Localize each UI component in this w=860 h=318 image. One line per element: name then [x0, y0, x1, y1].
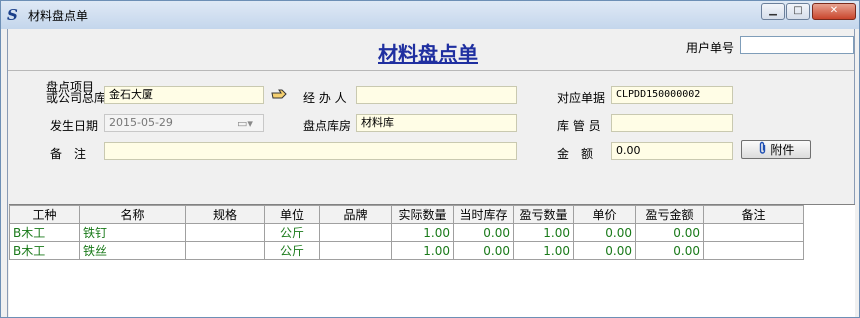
- ref-no-input[interactable]: CLPDD150000002: [611, 86, 733, 104]
- project-input[interactable]: 金石大厦: [104, 86, 264, 104]
- date-label: 发生日期: [50, 119, 99, 133]
- note-label: 备 注: [50, 147, 87, 161]
- user-no-input[interactable]: [740, 36, 854, 54]
- col-header[interactable]: 实际数量: [391, 205, 454, 224]
- cell-actual-qty[interactable]: 1.00: [391, 241, 454, 260]
- app-logo-icon: S: [7, 6, 18, 24]
- cell-diff-amount[interactable]: 0.00: [635, 223, 704, 242]
- cell-unit[interactable]: 公斤: [264, 223, 320, 242]
- warehouse-label: 盘点库房: [303, 119, 352, 133]
- materials-table: 工种 名称 规格 单位 品牌 实际数量 当时库存 盈亏数量 单价 盈亏金额 备注: [9, 205, 804, 260]
- amount-input[interactable]: 0.00: [611, 142, 733, 160]
- cell-spec[interactable]: [185, 241, 265, 260]
- col-header[interactable]: 品牌: [319, 205, 392, 224]
- keeper-label: 库 管 员: [557, 119, 601, 133]
- cell-stock-qty[interactable]: 0.00: [453, 241, 514, 260]
- cell-note[interactable]: [703, 223, 804, 242]
- pointing-hand-icon[interactable]: [271, 89, 291, 101]
- cell-diff-qty[interactable]: 1.00: [513, 241, 574, 260]
- col-header[interactable]: 工种: [9, 205, 80, 224]
- col-header[interactable]: 当时库存: [453, 205, 514, 224]
- project-label-line2: 或公司总库: [46, 91, 107, 105]
- cell-brand[interactable]: [319, 223, 392, 242]
- materials-grid: 工种 名称 规格 单位 品牌 实际数量 当时库存 盈亏数量 单价 盈亏金额 备注: [9, 204, 855, 317]
- cell-unit[interactable]: 公斤: [264, 241, 320, 260]
- cell-unit-price[interactable]: 0.00: [573, 241, 636, 260]
- attachment-button[interactable]: 附件: [741, 140, 811, 159]
- user-no-label: 用户单号: [686, 41, 735, 55]
- handler-input[interactable]: [356, 86, 517, 104]
- cell-note[interactable]: [703, 241, 804, 260]
- cell-stock-qty[interactable]: 0.00: [453, 223, 514, 242]
- cell-unit-price[interactable]: 0.00: [573, 223, 636, 242]
- table-row[interactable]: B木工 铁钉 公斤 1.00 0.00 1.00 0.00 0.00: [9, 223, 804, 242]
- cell-spec[interactable]: [185, 223, 265, 242]
- table-row[interactable]: B木工 铁丝 公斤 1.00 0.00 1.00 0.00 0.00: [9, 241, 804, 260]
- col-header[interactable]: 单价: [573, 205, 636, 224]
- calendar-icon[interactable]: ▭▾: [237, 117, 253, 130]
- window-title: 材料盘点单: [28, 9, 89, 23]
- ref-no-label: 对应单据: [557, 91, 606, 105]
- cell-name[interactable]: 铁钉: [79, 223, 186, 242]
- header-divider: [8, 70, 854, 71]
- handler-label: 经 办 人: [303, 91, 347, 105]
- minimize-button[interactable]: ▁: [761, 3, 785, 20]
- cell-name[interactable]: 铁丝: [79, 241, 186, 260]
- table-header-row: 工种 名称 规格 单位 品牌 实际数量 当时库存 盈亏数量 单价 盈亏金额 备注: [9, 205, 804, 224]
- attachment-button-label: 附件: [770, 143, 795, 157]
- cell-trade[interactable]: B木工: [9, 223, 80, 242]
- col-header[interactable]: 备注: [703, 205, 804, 224]
- cell-trade[interactable]: B木工: [9, 241, 80, 260]
- cell-actual-qty[interactable]: 1.00: [391, 223, 454, 242]
- form-content: 材料盘点单 用户单号 盘点项目 或公司总库 金石大厦 经 办 人 对应单据 CLP…: [7, 29, 855, 317]
- col-header[interactable]: 单位: [264, 205, 320, 224]
- cell-brand[interactable]: [319, 241, 392, 260]
- cell-diff-qty[interactable]: 1.00: [513, 223, 574, 242]
- col-header[interactable]: 盈亏数量: [513, 205, 574, 224]
- note-input[interactable]: [104, 142, 517, 160]
- form-title: 材料盘点单: [378, 42, 478, 66]
- col-header[interactable]: 规格: [185, 205, 265, 224]
- title-bar[interactable]: S 材料盘点单 ▁ □ ✕: [1, 1, 859, 29]
- maximize-button[interactable]: □: [786, 3, 810, 20]
- cell-diff-amount[interactable]: 0.00: [635, 241, 704, 260]
- app-window: S 材料盘点单 ▁ □ ✕ 材料盘点单 用户单号 盘点项目 或公司总库 金石大厦 …: [0, 0, 860, 318]
- col-header[interactable]: 盈亏金额: [635, 205, 704, 224]
- paperclip-icon: [758, 141, 767, 160]
- close-button[interactable]: ✕: [812, 3, 856, 20]
- amount-label: 金 额: [557, 147, 594, 161]
- keeper-input[interactable]: [611, 114, 733, 132]
- project-label: 盘点项目 或公司总库: [46, 81, 107, 105]
- warehouse-input[interactable]: 材料库: [356, 114, 517, 132]
- col-header[interactable]: 名称: [79, 205, 186, 224]
